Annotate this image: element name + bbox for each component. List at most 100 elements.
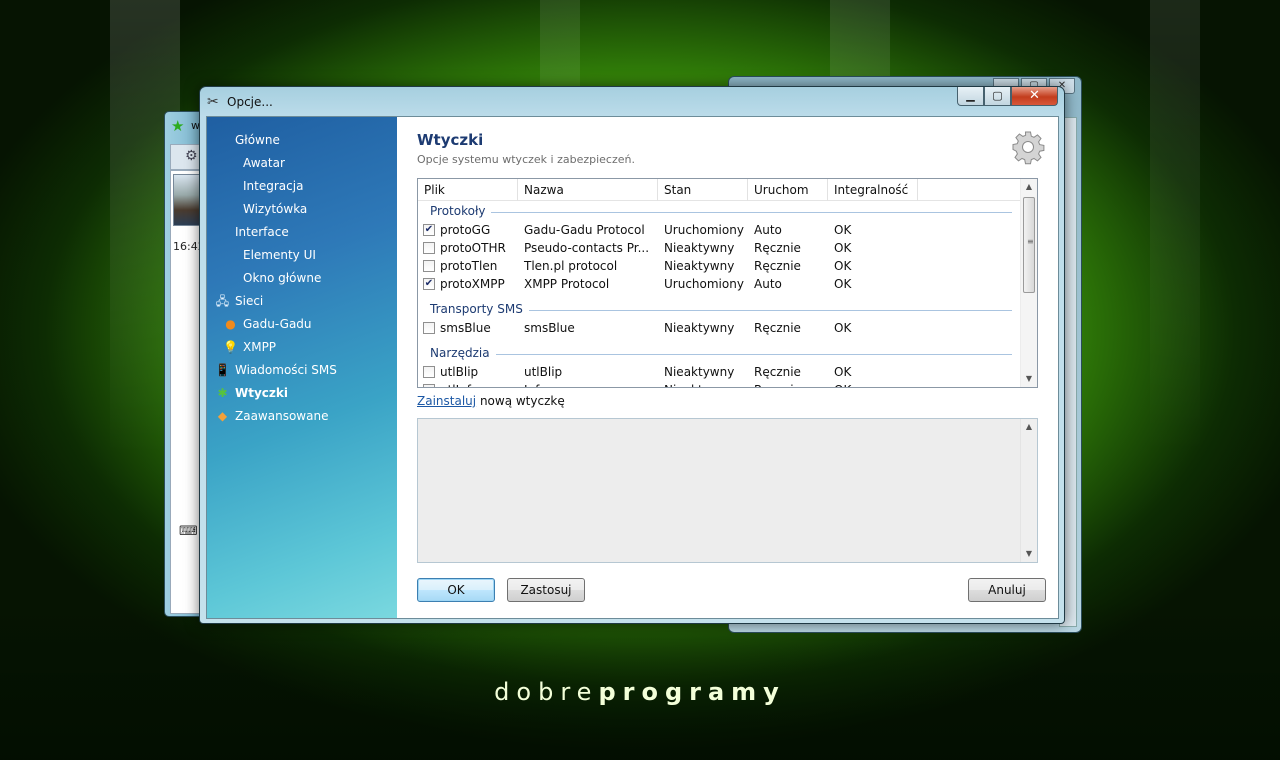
install-link[interactable]: Zainstaluj — [417, 394, 476, 408]
cell-file: protoTlen — [418, 257, 518, 275]
cell-state: Uruchomiony — [658, 275, 748, 293]
plugin-list[interactable]: Plik Nazwa Stan Uruchom Integralność Pro… — [417, 178, 1038, 388]
cell-text: Tlen.pl protocol — [524, 259, 618, 273]
sidebar-item-label: XMPP — [243, 340, 277, 354]
table-row[interactable]: utlBlip utlBlip Nieaktywny Ręcznie OK — [418, 363, 1020, 381]
scroll-down-arrow-icon[interactable]: ▼ — [1021, 546, 1037, 562]
plugin-checkbox[interactable] — [423, 384, 435, 387]
close-button[interactable]: ✕ — [1011, 87, 1058, 106]
cell-text: OK — [834, 365, 852, 379]
star-icon: ★ — [171, 117, 185, 135]
cell-text: OK — [834, 259, 852, 273]
sidebar-item-okno-g-wne[interactable]: Okno główne — [207, 267, 397, 290]
scrollbar-thumb[interactable]: ≡ — [1023, 197, 1035, 293]
options-nav: Główne Awatar Integracja Wizytówka Interface… — [207, 117, 397, 428]
plugin-description-box[interactable]: ▲ ▼ — [417, 418, 1038, 563]
table-row[interactable]: protoTlen Tlen.pl protocol Nieaktywny Ręczn… — [418, 257, 1020, 275]
group-header-label: Narzędzia — [430, 346, 496, 360]
group-header-label: Protokoły — [430, 204, 492, 218]
table-row[interactable]: ✔ protoGG Gadu-Gadu Protocol Uruchomiony Aut… — [418, 221, 1020, 239]
sidebar-item-wizyt-wka[interactable]: Wizytówka — [207, 198, 397, 221]
plugin-checkbox[interactable] — [423, 260, 435, 272]
plugin-checkbox[interactable]: ✔ — [423, 224, 435, 236]
sidebar-item-integracja[interactable]: Integracja — [207, 175, 397, 198]
sidebar-item-g-wne[interactable]: Główne — [207, 129, 397, 152]
list-header: Plik Nazwa Stan Uruchom Integralność — [418, 179, 1020, 201]
cell-text: OK — [834, 223, 852, 237]
maximize-button[interactable]: ▢ — [984, 87, 1011, 106]
group-header: Narzędzia — [418, 343, 1020, 363]
network-icon: 🖧 — [215, 294, 230, 308]
cell-name: Pseudo-contacts Pr... — [518, 239, 658, 257]
sidebar-item-label: Główne — [235, 133, 280, 147]
cell-name: XMPP Protocol — [518, 275, 658, 293]
sidebar-item-label: Integracja — [243, 179, 304, 193]
plugin-checkbox[interactable] — [423, 322, 435, 334]
keyboard-icon[interactable]: ⌨ — [179, 524, 198, 539]
cell-state: Nieaktywny — [658, 257, 748, 275]
cell-text: OK — [834, 383, 851, 387]
brand-part1: dobre — [494, 678, 599, 706]
cell-integrity: OK — [828, 363, 918, 381]
cell-text: Ręcznie — [754, 259, 801, 273]
cell-start: Ręcznie — [748, 319, 828, 337]
table-row[interactable]: ✔ protoXMPP XMPP Protocol Uruchomiony Auto OK — [418, 275, 1020, 293]
sidebar-item-awatar[interactable]: Awatar — [207, 152, 397, 175]
install-text: nową wtyczkę — [479, 394, 565, 408]
sidebar-item-label: Wtyczki — [235, 386, 288, 400]
apply-button[interactable]: Zastosuj — [507, 578, 585, 602]
column-header-start[interactable]: Uruchom — [748, 179, 828, 201]
cancel-button[interactable]: Anuluj — [968, 578, 1046, 602]
page-title: Wtyczki — [417, 131, 484, 149]
sidebar-item-elementy-ui[interactable]: Elementy UI — [207, 244, 397, 267]
plugin-list-scrollbar[interactable]: ▲ ≡ ▼ — [1020, 179, 1037, 387]
plugin-rows: Protokoły ✔ protoGG Gadu-Gadu Protocol Uruch… — [418, 201, 1020, 387]
cell-file: ✔ protoGG — [418, 221, 518, 239]
cell-text: Ręcznie — [754, 241, 801, 255]
scroll-down-arrow-icon[interactable]: ▼ — [1021, 371, 1037, 387]
title-bar[interactable]: ✂ Opcje... ▁ ▢ ✕ — [200, 87, 1064, 117]
plugin-checkbox[interactable] — [423, 366, 435, 378]
minimize-button[interactable]: ▁ — [957, 87, 984, 106]
column-header-file[interactable]: Plik — [418, 179, 518, 201]
cell-integrity: OK — [828, 381, 918, 387]
sidebar-item-wiadomo-ci-sms[interactable]: 📱 Wiadomości SMS — [207, 359, 397, 382]
sidebar-item-interface[interactable]: Interface — [207, 221, 397, 244]
cell-name: utlBlip — [518, 363, 658, 381]
tools-icon: ✂ — [207, 94, 219, 110]
dialog-client-area: Główne Awatar Integracja Wizytówka Interface… — [206, 116, 1059, 619]
gadu-gadu-icon: ● — [225, 317, 236, 331]
sidebar-item-xmpp[interactable]: 💡 XMPP — [207, 336, 397, 359]
description-scrollbar[interactable]: ▲ ▼ — [1020, 419, 1037, 562]
table-row[interactable]: smsBlue smsBlue Nieaktywny Ręcznie OK — [418, 319, 1020, 337]
cell-text: Nieaktywny — [664, 383, 734, 387]
column-header-integrity[interactable]: Integralność — [828, 179, 918, 201]
cell-text: protoXMPP — [440, 277, 505, 291]
sidebar-item-sieci[interactable]: 🖧 Sieci — [207, 290, 397, 313]
sidebar-item-label: Elementy UI — [243, 248, 316, 262]
sidebar-item-zaawansowane[interactable]: ◆ Zaawansowane — [207, 405, 397, 428]
cell-text: XMPP Protocol — [524, 277, 610, 291]
sidebar-item-label: Gadu-Gadu — [243, 317, 312, 331]
column-header-state[interactable]: Stan — [658, 179, 748, 201]
cell-integrity: OK — [828, 275, 918, 293]
table-row[interactable]: protoOTHR Pseudo-contacts Pr... Nieaktywny… — [418, 239, 1020, 257]
plugin-checkbox[interactable]: ✔ — [423, 278, 435, 290]
sidebar-item-gadu-gadu[interactable]: ● Gadu-Gadu — [207, 313, 397, 336]
gear-icon — [1010, 129, 1046, 165]
cell-text: Ręcznie — [754, 383, 801, 387]
page-subtitle: Opcje systemu wtyczek i zabezpieczeń. — [417, 153, 635, 166]
sidebar-item-wtyczki[interactable]: ✱ Wtyczki — [207, 382, 397, 405]
table-row[interactable]: utlInfo Info Nieaktywny Ręcznie OK — [418, 381, 1020, 387]
ok-button[interactable]: OK — [417, 578, 495, 602]
cell-text: utlBlip — [440, 365, 479, 379]
scroll-up-arrow-icon[interactable]: ▲ — [1021, 179, 1037, 195]
dobreprogramy-logo: dobreprogramy — [0, 678, 1280, 706]
cell-text: Ręcznie — [754, 365, 801, 379]
gear-icon[interactable]: ⚙ — [185, 148, 198, 164]
scroll-up-arrow-icon[interactable]: ▲ — [1021, 419, 1037, 435]
column-header-name[interactable]: Nazwa — [518, 179, 658, 201]
cell-start: Ręcznie — [748, 381, 828, 387]
plugin-checkbox[interactable] — [423, 242, 435, 254]
cell-file: utlInfo — [418, 381, 518, 387]
